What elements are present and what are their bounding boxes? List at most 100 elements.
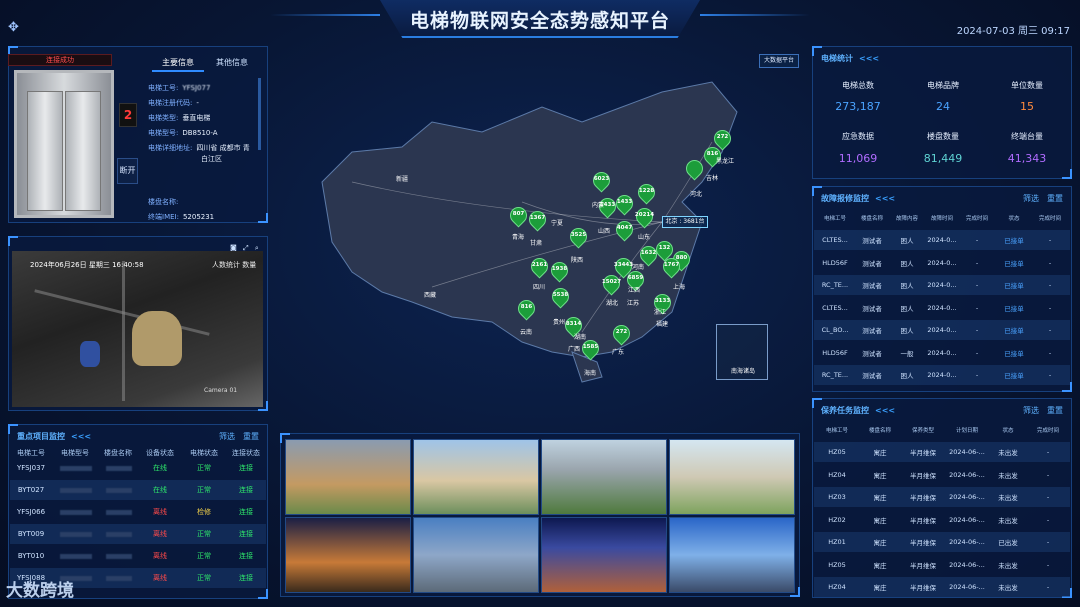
table-row[interactable]: YFSJ066 离线 检修 连接 xyxy=(10,502,266,522)
info-scrollbar[interactable] xyxy=(258,78,261,150)
collapse-arrows[interactable]: <<< xyxy=(875,194,895,203)
reset-button[interactable]: 重置 xyxy=(243,432,259,441)
tab-other-info[interactable]: 其他信息 xyxy=(206,56,258,72)
table-cell: YFSJ066 xyxy=(16,508,46,516)
table-cell: 测试者 xyxy=(862,304,882,313)
table-row[interactable]: BYT009 离线 正常 连接 xyxy=(10,524,266,544)
table-row[interactable]: HZ01 寓庄 半月维保 2024-06-... 已出发 - xyxy=(814,532,1070,552)
table-cell: 寓庄 xyxy=(873,471,887,480)
building-photo[interactable] xyxy=(285,439,411,515)
building-photo[interactable] xyxy=(413,517,539,593)
table-cell: - xyxy=(1048,281,1052,289)
table-cell: 2024-0... xyxy=(927,303,957,312)
map-pin[interactable]: 1228 xyxy=(634,180,659,205)
map-pin[interactable]: 15027 xyxy=(599,271,624,296)
table-cell: 困人 xyxy=(900,372,914,380)
floor-indicator: 2 xyxy=(119,103,137,127)
table-row[interactable]: CLTES... 测试者 困人 2024-0... - 已接单 - xyxy=(814,298,1070,318)
building-photo[interactable] xyxy=(669,439,795,515)
map-pin[interactable]: 1433 xyxy=(612,191,637,216)
filter-button[interactable]: 筛选 xyxy=(1023,406,1039,415)
building-photo[interactable] xyxy=(413,439,539,515)
table-row[interactable]: RC_TE... 测试者 困人 2024-0... - 已接单 - xyxy=(814,365,1070,385)
table-row[interactable]: HZ04 寓庄 半月维保 2024-06-... 未出发 - xyxy=(814,577,1070,597)
map-pin[interactable]: 4047 xyxy=(612,217,637,242)
map-pin[interactable]: 6023 xyxy=(589,168,614,193)
map-pin[interactable]: 816 xyxy=(514,296,539,321)
table-cell: 正常 xyxy=(197,574,211,582)
info-label: 终端IMEI: xyxy=(148,213,179,221)
filter-button[interactable]: 筛选 xyxy=(219,432,235,441)
province-label: 福建 xyxy=(656,321,669,328)
map-pin[interactable]: 1767 xyxy=(659,254,684,279)
pin-value: 15027 xyxy=(601,279,622,285)
info-label: 电梯工号: xyxy=(148,84,179,92)
reset-button[interactable]: 重置 xyxy=(1047,194,1063,203)
collapse-arrows[interactable]: <<< xyxy=(875,406,895,415)
table-row[interactable]: BYT027 在线 正常 连接 xyxy=(10,480,266,500)
building-photo[interactable] xyxy=(285,517,411,593)
table-cell: 2024-0... xyxy=(927,348,957,357)
table-cell: 正常 xyxy=(197,486,211,494)
stat-value: 81,449 xyxy=(923,152,963,165)
filter-button[interactable]: 筛选 xyxy=(1023,194,1039,203)
stat-label: 应急数据 xyxy=(842,132,874,141)
info-row: 白江区 xyxy=(197,154,222,164)
table-row[interactable]: HLD56F 测试者 一般 2024-0... - 已接单 - xyxy=(814,343,1070,363)
collapse-arrows[interactable]: <<< xyxy=(71,432,91,441)
move-icon[interactable]: ✥ xyxy=(8,20,19,35)
disconnect-button[interactable]: 断开 xyxy=(117,158,138,184)
info-label: 电梯注册代码: xyxy=(148,99,193,107)
camera-feed[interactable]: 2024年06月26日 星期三 16:40:58 人数统计 数量 Camera … xyxy=(12,251,263,407)
map-pin[interactable]: 2161 xyxy=(527,254,552,279)
table-row[interactable]: HZ05 寓庄 半月维保 2024-06-... 未出发 - xyxy=(814,442,1070,462)
stat-label: 电梯总数 xyxy=(842,81,874,90)
province-label: 上海 xyxy=(673,284,686,291)
map-pin[interactable]: 1367 xyxy=(525,207,550,232)
info-value: 垂直电梯 xyxy=(182,114,211,122)
panel-title-text: 保养任务监控 xyxy=(821,406,869,415)
map-pin[interactable]: 1585 xyxy=(578,336,603,361)
map-pin[interactable]: 5538 xyxy=(548,284,573,309)
info-row: 电梯工号: YFSJ077 xyxy=(148,83,210,93)
table-row[interactable]: CL_BO... 测试者 困人 2024-0... - 已接单 - xyxy=(814,320,1070,340)
province-label: 黑龙江 xyxy=(716,158,735,165)
table-row[interactable]: HZ04 寓庄 半月维保 2024-06-... 未出发 - xyxy=(814,465,1070,485)
info-value: DB8510-A xyxy=(182,129,218,137)
column-header: 电梯型号 xyxy=(61,449,89,457)
table-row[interactable]: HZ05 寓庄 半月维保 2024-06-... 未出发 - xyxy=(814,555,1070,575)
map-pin[interactable]: 3525 xyxy=(566,224,591,249)
building-photo[interactable] xyxy=(669,517,795,593)
table-row[interactable]: RC_TE... 测试者 困人 2024-0... - 已接单 - xyxy=(814,275,1070,295)
table-cell xyxy=(60,531,92,537)
table-cell: - xyxy=(1046,560,1050,569)
map-pin[interactable] xyxy=(682,156,707,181)
pin-value: 1367 xyxy=(529,215,546,221)
info-value: - xyxy=(196,99,199,107)
map-pin[interactable]: 272 xyxy=(609,321,634,346)
column-header: 连接状态 xyxy=(232,449,260,457)
table-row[interactable]: HZ02 寓庄 半月维保 2024-06-... 未出发 - xyxy=(814,510,1070,530)
collapse-arrows[interactable]: <<< xyxy=(859,54,879,63)
table-row[interactable]: HZ03 寓庄 半月维保 2024-06-... 未出发 - xyxy=(814,487,1070,507)
reset-button[interactable]: 重置 xyxy=(1047,406,1063,415)
table-cell xyxy=(60,509,92,515)
building-photo[interactable] xyxy=(541,439,667,515)
table-row[interactable]: CLTES... 测试者 困人 2024-0... - 已接单 - xyxy=(814,230,1070,250)
map-pin[interactable]: 1938 xyxy=(547,258,572,283)
map-pin[interactable]: 20214 xyxy=(632,204,657,229)
table-row[interactable]: BYT010 离线 正常 连接 xyxy=(10,546,266,566)
table-cell: - xyxy=(975,348,979,357)
table-cell: HLD56F xyxy=(822,258,848,267)
tab-main-info[interactable]: 主要信息 xyxy=(152,56,204,72)
bigdata-platform-button[interactable]: 大数据平台 xyxy=(759,54,799,68)
province-label: 广东 xyxy=(612,349,625,356)
table-row[interactable]: HLD56F 测试者 困人 2024-0... - 已接单 - xyxy=(814,253,1070,273)
table-cell xyxy=(106,465,132,471)
building-photo[interactable] xyxy=(541,517,667,593)
province-label: 甘肃 xyxy=(530,240,543,247)
table-cell: - xyxy=(1048,236,1052,244)
panel-title-text: 故障报修监控 xyxy=(821,194,869,203)
table-row[interactable]: YFSJ037 在线 正常 连接 xyxy=(10,458,266,478)
camera-name: Camera 01 xyxy=(204,387,238,394)
